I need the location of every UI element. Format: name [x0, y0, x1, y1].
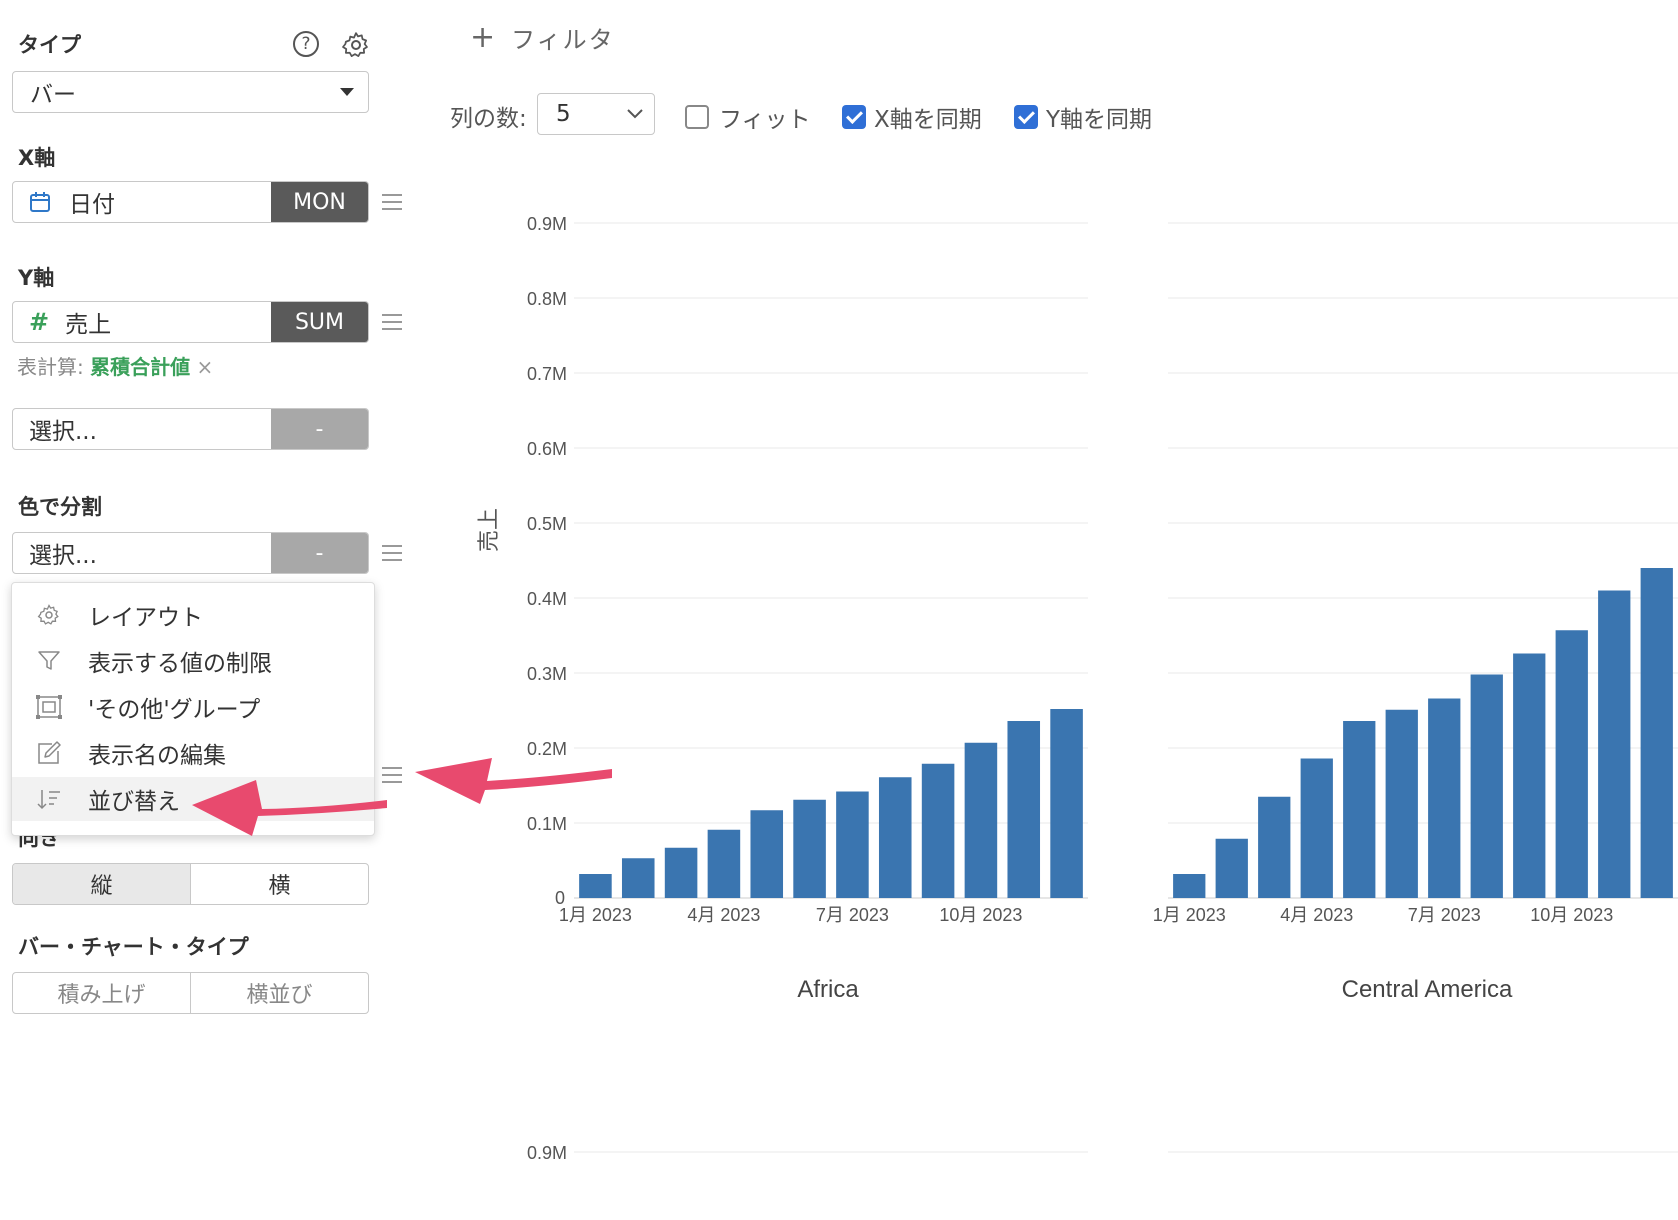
x-tick-label: 1月 2023 [559, 905, 632, 925]
bar [1300, 758, 1333, 898]
y-tick-label: 0.5M [527, 514, 567, 534]
bar [707, 829, 741, 898]
bar [1555, 630, 1588, 898]
y-tick-label: 0.1M [527, 814, 567, 834]
y-tick-label: 0.4M [527, 589, 567, 609]
x-tick-label: 7月 2023 [816, 905, 889, 925]
bar [1470, 674, 1503, 898]
bar [1428, 698, 1461, 898]
y-tick-label: 0.9M [527, 214, 567, 234]
y-tick-label: 0.3M [527, 664, 567, 684]
bar [750, 810, 784, 898]
bar [621, 858, 655, 898]
bar [664, 847, 698, 898]
bar [964, 742, 998, 898]
chart-area: 0.1M0.2M0.3M0.4M0.5M0.6M0.7M0.8M0.9M01月 … [476, 214, 1678, 1163]
y-tick-label: 0.6M [527, 439, 567, 459]
bar [878, 777, 912, 898]
panel-title: Africa [797, 976, 859, 1003]
bar [1513, 653, 1546, 898]
y-axis-title: 売上 [476, 508, 501, 552]
x-tick-label: 10月 2023 [939, 905, 1022, 925]
bar [1598, 590, 1631, 898]
y-tick-label: 0.7M [527, 364, 567, 384]
x-tick-label: 7月 2023 [1408, 905, 1481, 925]
y-tick-label: 0.8M [527, 289, 567, 309]
bar [579, 874, 612, 898]
y-tick-label: 0.9M [527, 1143, 567, 1163]
bar [921, 763, 955, 898]
bar [836, 791, 869, 898]
bar [1640, 568, 1673, 898]
bar [1050, 709, 1083, 898]
x-tick-label: 10月 2023 [1530, 905, 1613, 925]
bar [1258, 796, 1291, 898]
bar [1343, 721, 1376, 898]
bar [1173, 874, 1206, 898]
x-tick-label: 4月 2023 [1280, 905, 1353, 925]
panel-title: Central America [1342, 976, 1513, 1003]
bar [1007, 721, 1041, 898]
y-tick-label: 0.2M [527, 739, 567, 759]
bar [1385, 709, 1418, 898]
bar [793, 799, 826, 898]
x-tick-label: 1月 2023 [1153, 905, 1226, 925]
bar [1215, 838, 1248, 898]
x-tick-label: 4月 2023 [687, 905, 760, 925]
